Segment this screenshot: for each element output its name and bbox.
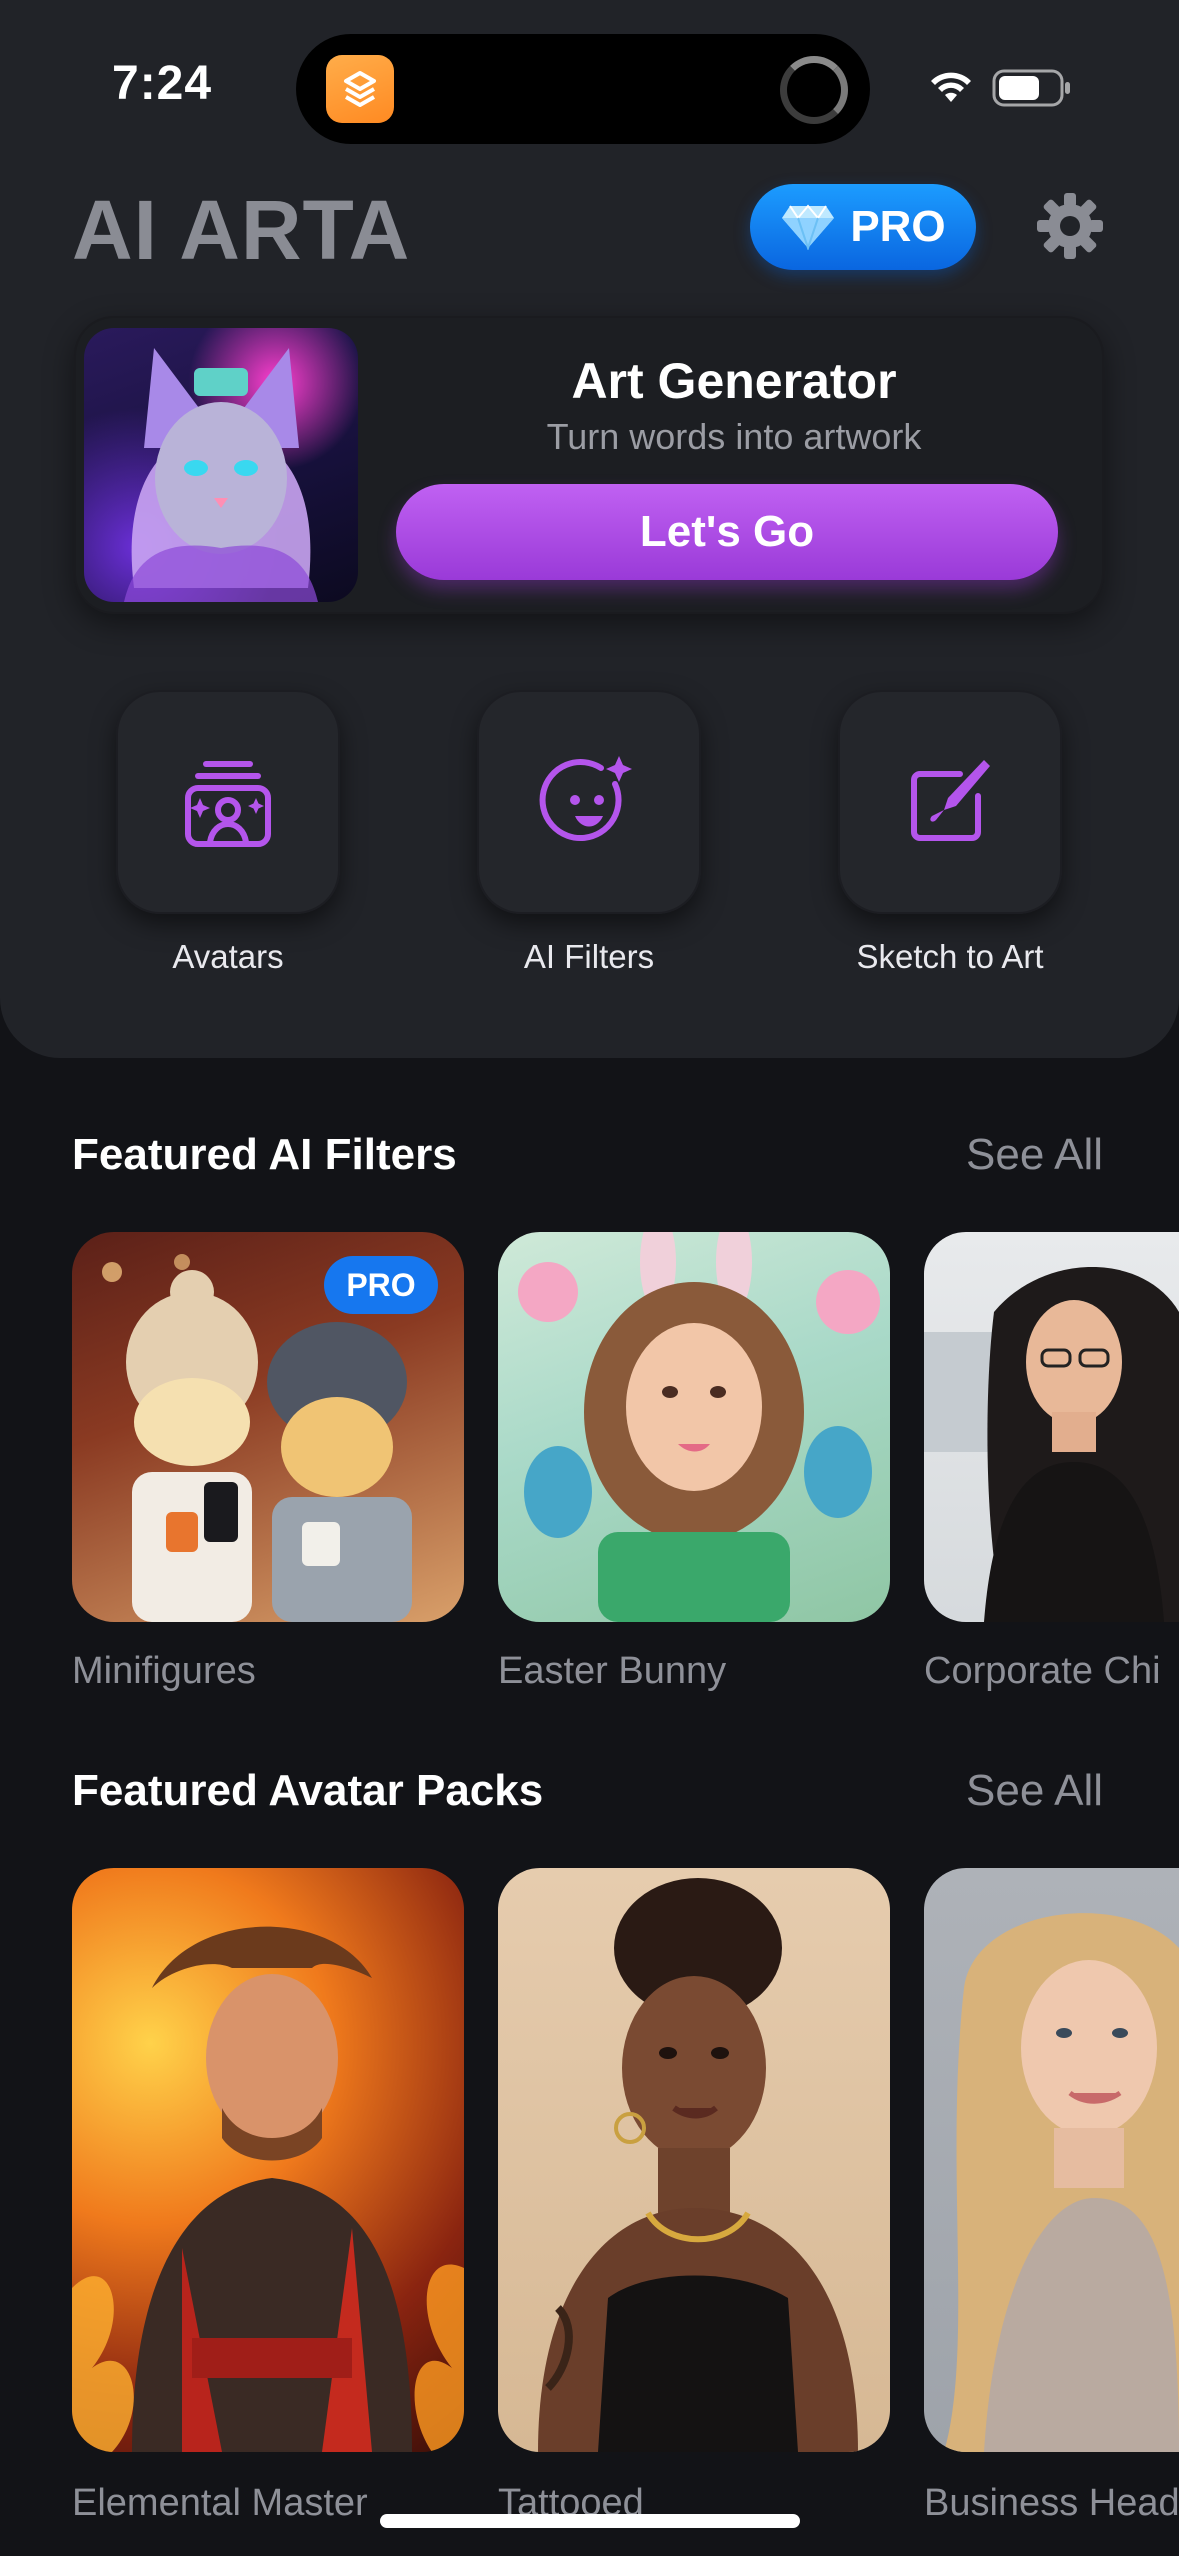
filter-label-minifigures: Minifigures — [72, 1650, 256, 1692]
wifi-icon — [931, 72, 971, 102]
avatar-label-elemental-master: Elemental Master — [72, 2482, 368, 2524]
ai-filters-label: AI Filters — [523, 938, 655, 975]
avatar-label-business-head: Business Head — [924, 2482, 1179, 2524]
avatars-icon — [185, 761, 271, 847]
filter-label-corporate-chic: Corporate Chi — [924, 1650, 1161, 1692]
pro-badge: PRO — [324, 1256, 438, 1314]
ai-filters-tile[interactable] — [477, 690, 701, 914]
corporate-chic-image — [924, 1267, 1179, 1622]
filter-card-easter-bunny[interactable] — [498, 1232, 890, 1622]
home-indicator[interactable] — [380, 2514, 800, 2528]
featured-avatars-title: Featured Avatar Packs — [72, 1766, 544, 1815]
progress-spinner-icon — [780, 56, 848, 124]
filter-card-minifigures[interactable]: PRO — [72, 1232, 464, 1622]
sketch-to-art-tile[interactable] — [838, 690, 1062, 914]
art-generator-card[interactable]: Art Generator Turn words into artwork Le… — [74, 316, 1104, 614]
easter-bunny-image — [518, 1232, 880, 1622]
diamond-icon — [782, 204, 835, 250]
dynamic-island — [296, 34, 870, 144]
avatar-card-tattooed[interactable] — [498, 1868, 890, 2452]
top-panel: 7:24 AI ARTA PRO Art Generator Turn word… — [0, 0, 1179, 1058]
gear-icon[interactable] — [1034, 190, 1106, 262]
avatar-card-business-head[interactable] — [924, 1868, 1179, 2452]
elemental-master-image — [72, 1926, 464, 2452]
tattooed-image — [538, 1878, 858, 2452]
featured-filters-see-all-link[interactable]: See All — [966, 1130, 1103, 1180]
sketch-to-art-label: Sketch to Art — [856, 938, 1044, 975]
pro-label: PRO — [850, 202, 946, 251]
avatars-label: Avatars — [172, 938, 284, 975]
app-title: AI ARTA — [72, 183, 411, 277]
layers-icon — [344, 71, 376, 107]
filter-label-easter-bunny: Easter Bunny — [498, 1650, 727, 1692]
featured-avatars-see-all-link[interactable]: See All — [966, 1766, 1103, 1816]
sketch-to-art-icon — [911, 760, 990, 841]
art-generator-title: Art Generator — [571, 353, 897, 409]
art-generator-subtitle: Turn words into artwork — [546, 416, 922, 457]
avatars-tile[interactable] — [116, 690, 340, 914]
lets-go-button[interactable]: Let's Go — [396, 484, 1058, 580]
ai-filters-icon — [539, 756, 632, 842]
filter-card-corporate-chic[interactable] — [924, 1232, 1179, 1622]
live-activity-app-icon[interactable] — [326, 55, 394, 123]
art-generator-thumbnail — [84, 328, 358, 602]
battery-icon — [992, 69, 1070, 107]
featured-filters-title: Featured AI Filters — [72, 1130, 457, 1179]
business-head-image — [944, 1913, 1179, 2452]
pro-button[interactable]: PRO — [750, 184, 976, 270]
avatar-card-elemental-master[interactable] — [72, 1868, 464, 2452]
status-time: 7:24 — [112, 57, 213, 110]
